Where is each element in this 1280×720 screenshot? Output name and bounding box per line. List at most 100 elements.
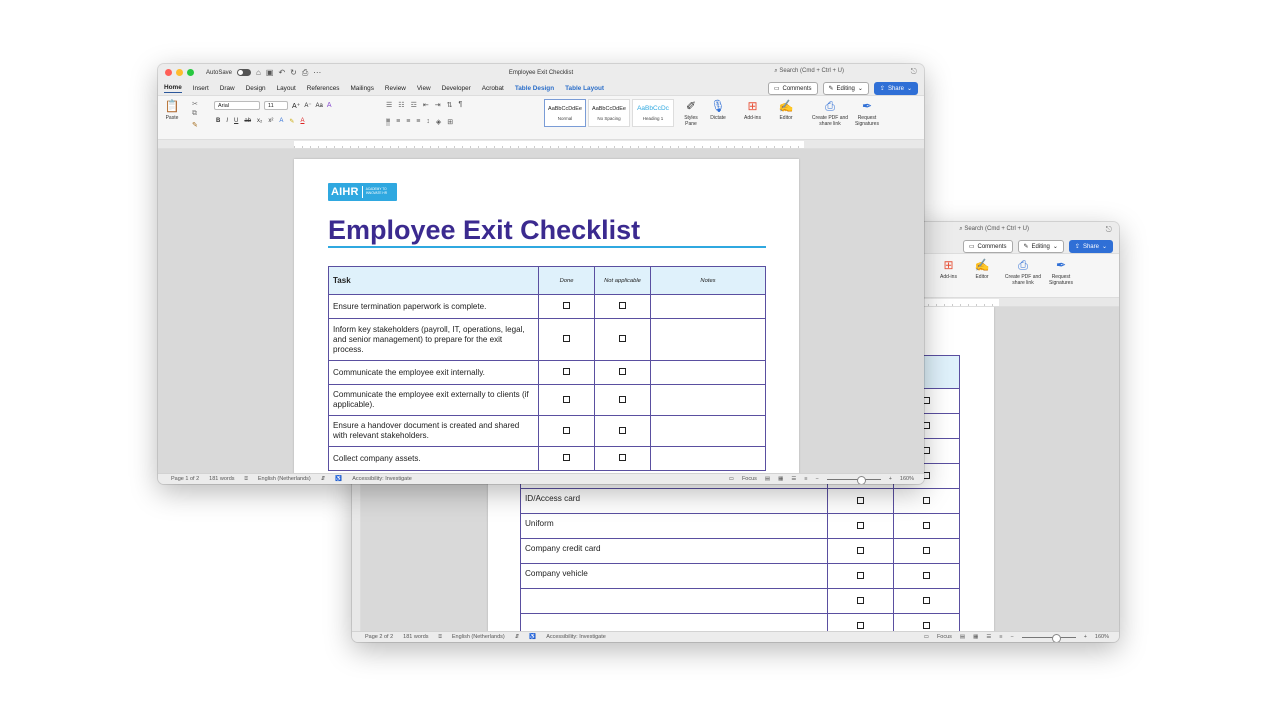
tab-view[interactable]: View bbox=[417, 85, 431, 92]
done-checkbox[interactable] bbox=[563, 335, 570, 342]
editing-mode-button[interactable]: ✎ Editing ⌄ bbox=[1017, 240, 1064, 253]
tab-insert[interactable]: Insert bbox=[193, 85, 209, 92]
done-checkbox[interactable] bbox=[563, 454, 570, 461]
clear-formatting-icon[interactable]: A bbox=[327, 102, 332, 109]
notes-cell[interactable] bbox=[650, 294, 766, 319]
create-pdf-button[interactable]: ⎙ Create PDF and share link bbox=[1004, 258, 1042, 286]
comments-button[interactable]: ▭ Comments bbox=[962, 240, 1013, 253]
zoom-window-button[interactable] bbox=[187, 69, 194, 76]
search-box[interactable]: ⌕ Search (Cmd + Ctrl + U) bbox=[774, 68, 844, 75]
web-layout-icon[interactable]: ▦ bbox=[973, 634, 978, 640]
minimize-window-button[interactable] bbox=[176, 69, 183, 76]
tab-table-layout[interactable]: Table Layout bbox=[565, 85, 604, 92]
borders-icon[interactable]: ⊞ bbox=[447, 118, 453, 126]
style-normal[interactable]: AaBbCcDdEe Normal bbox=[544, 99, 586, 127]
tab-developer[interactable]: Developer bbox=[442, 85, 471, 92]
text-predictions-icon[interactable]: ⇵ bbox=[321, 476, 326, 483]
document-page-1[interactable]: AIHR ACADEMY TO INNOVATE HR Employee Exi… bbox=[294, 159, 799, 473]
save-icon[interactable]: ▣ bbox=[266, 68, 274, 77]
tab-table-design[interactable]: Table Design bbox=[515, 85, 554, 92]
draft-icon[interactable]: ≡ bbox=[999, 634, 1002, 640]
notes-cell[interactable] bbox=[650, 360, 766, 385]
print-layout-icon[interactable]: ▤ bbox=[765, 476, 770, 482]
editor-button[interactable]: ✍ Editor bbox=[974, 258, 990, 280]
tab-layout[interactable]: Layout bbox=[277, 85, 296, 92]
tab-review[interactable]: Review bbox=[385, 85, 406, 92]
request-signatures-button[interactable]: ✒ Request Signatures bbox=[1044, 258, 1078, 286]
align-left-icon[interactable]: ≡ bbox=[386, 118, 391, 126]
shrink-font-icon[interactable]: A⁻ bbox=[304, 102, 311, 109]
align-center-icon[interactable]: ≡ bbox=[396, 118, 400, 126]
align-right-icon[interactable]: ≡ bbox=[406, 118, 410, 126]
tab-references[interactable]: References bbox=[307, 85, 340, 92]
na-checkbox[interactable] bbox=[923, 621, 930, 629]
zoom-in-icon[interactable]: + bbox=[889, 476, 892, 482]
notes-cell[interactable] bbox=[650, 318, 766, 361]
print-layout-icon[interactable]: ▤ bbox=[960, 634, 965, 640]
multilevel-list-icon[interactable]: ☲ bbox=[411, 101, 417, 109]
format-painter-icon[interactable]: ✎ bbox=[192, 121, 198, 129]
na-checkbox[interactable] bbox=[923, 521, 930, 529]
language[interactable]: English (Netherlands) bbox=[452, 634, 505, 641]
bold-icon[interactable]: B bbox=[216, 118, 220, 125]
na-checkbox[interactable] bbox=[619, 302, 626, 309]
draft-icon[interactable]: ≡ bbox=[804, 476, 807, 482]
done-checkbox[interactable] bbox=[857, 496, 864, 504]
addins-button[interactable]: ⊞ Add-ins bbox=[940, 258, 957, 280]
italic-icon[interactable]: I bbox=[226, 118, 228, 125]
undo-icon[interactable]: ↶ bbox=[278, 68, 285, 77]
done-checkbox[interactable] bbox=[857, 521, 864, 529]
focus-button[interactable]: Focus bbox=[742, 476, 757, 482]
zoom-in-icon[interactable]: + bbox=[1084, 634, 1087, 640]
text-predictions-icon[interactable]: ⇵ bbox=[515, 634, 520, 641]
zoom-out-icon[interactable]: − bbox=[1010, 634, 1013, 640]
tab-mailings[interactable]: Mailings bbox=[350, 85, 373, 92]
na-checkbox[interactable] bbox=[923, 546, 930, 554]
link-icon[interactable]: ⎋ bbox=[911, 67, 917, 77]
share-button[interactable]: ⇪ Share ⌄ bbox=[873, 82, 918, 95]
web-layout-icon[interactable]: ▦ bbox=[778, 476, 783, 482]
na-checkbox[interactable] bbox=[923, 421, 930, 429]
decrease-indent-icon[interactable]: ⇤ bbox=[423, 101, 429, 109]
addins-button[interactable]: ⊞ Add-ins bbox=[744, 99, 761, 121]
text-effects-icon[interactable]: A bbox=[279, 118, 283, 125]
proofing-icon[interactable]: ⌸ bbox=[245, 476, 248, 483]
justify-icon[interactable]: ≡ bbox=[416, 118, 420, 126]
done-checkbox[interactable] bbox=[857, 621, 864, 629]
superscript-icon[interactable]: x² bbox=[268, 118, 273, 125]
font-name-select[interactable]: Arial bbox=[214, 101, 260, 110]
shading-icon[interactable]: ◈ bbox=[436, 118, 441, 126]
done-checkbox[interactable] bbox=[563, 395, 570, 403]
na-checkbox[interactable] bbox=[923, 571, 930, 579]
print-icon[interactable]: ⎙ bbox=[302, 68, 308, 78]
comments-button[interactable]: ▭ Comments bbox=[767, 82, 818, 95]
link-icon[interactable]: ⎋ bbox=[1106, 225, 1112, 235]
search-box[interactable]: ⌕ Search (Cmd + Ctrl + U) bbox=[959, 226, 1029, 233]
tab-draw[interactable]: Draw bbox=[220, 85, 235, 92]
accessibility-status[interactable]: Accessibility: Investigate bbox=[546, 634, 606, 641]
dictate-button[interactable]: 🎙 Dictate bbox=[710, 99, 726, 121]
proofing-icon[interactable]: ⌸ bbox=[439, 634, 442, 641]
na-checkbox[interactable] bbox=[619, 426, 626, 434]
create-pdf-button[interactable]: ⎙ Create PDF and share link bbox=[810, 99, 850, 127]
editing-mode-button[interactable]: ✎ Editing ⌄ bbox=[822, 82, 869, 95]
grow-font-icon[interactable]: A⁺ bbox=[292, 102, 300, 110]
bullets-icon[interactable]: ☰ bbox=[386, 101, 392, 109]
na-checkbox[interactable] bbox=[923, 471, 930, 479]
zoom-out-icon[interactable]: − bbox=[815, 476, 818, 482]
done-checkbox[interactable] bbox=[857, 546, 864, 554]
outline-icon[interactable]: ☰ bbox=[986, 634, 991, 640]
notes-cell[interactable] bbox=[650, 446, 766, 471]
na-checkbox[interactable] bbox=[923, 396, 930, 404]
na-checkbox[interactable] bbox=[619, 335, 626, 342]
request-signatures-button[interactable]: ✒ Request Signatures bbox=[850, 99, 884, 127]
styles-pane-button[interactable]: ✐ Styles Pane bbox=[680, 99, 702, 127]
close-window-button[interactable] bbox=[165, 69, 172, 76]
na-checkbox[interactable] bbox=[619, 368, 626, 375]
zoom-level[interactable]: 160% bbox=[1095, 634, 1109, 640]
language[interactable]: English (Netherlands) bbox=[258, 476, 311, 483]
subscript-icon[interactable]: x₂ bbox=[257, 118, 262, 125]
pilcrow-icon[interactable]: ¶ bbox=[458, 101, 462, 109]
accessibility-status[interactable]: Accessibility: Investigate bbox=[352, 476, 412, 483]
page-count[interactable]: Page 1 of 2 bbox=[171, 476, 199, 483]
